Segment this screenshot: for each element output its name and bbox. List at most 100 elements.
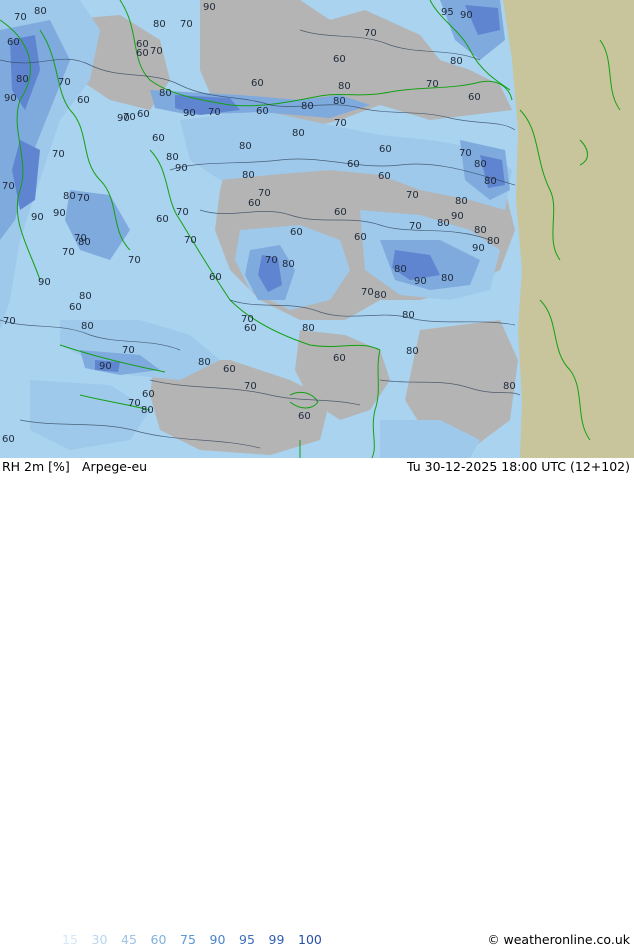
contour-label: 80 xyxy=(474,225,487,236)
contour-label: 80 xyxy=(302,323,315,334)
contour-label: 80 xyxy=(503,381,516,392)
contour-label: 60 xyxy=(136,48,149,59)
copyright-symbol: © xyxy=(487,933,500,947)
contour-label: 90 xyxy=(53,208,66,219)
contour-label: 80 xyxy=(78,237,91,248)
contour-label: 60 xyxy=(290,227,303,238)
contour-label: 70 xyxy=(122,345,135,356)
legend-item: 90 xyxy=(209,932,226,947)
contour-label: 90 xyxy=(460,10,473,21)
no-data-area xyxy=(503,0,634,458)
contour-label: 70 xyxy=(409,221,422,232)
contour-label: 80 xyxy=(159,88,172,99)
weather-map: 80 70 90 95 90 60 70 80 60 60 70 70 80 8… xyxy=(0,0,634,458)
contour-label: 60 xyxy=(223,364,236,375)
legend-item: 75 xyxy=(180,932,196,947)
credit-text: weatheronline.co.uk xyxy=(503,932,631,947)
contour-label: 80 xyxy=(34,6,47,17)
contour-label: 80 xyxy=(292,128,305,139)
credit: © weatheronline.co.uk xyxy=(488,932,630,947)
contour-label: 60 xyxy=(69,302,82,313)
contour-label: 80 xyxy=(153,19,166,30)
contour-label: 60 xyxy=(142,389,155,400)
contour-label: 60 xyxy=(209,272,222,283)
contour-label: 90 xyxy=(472,243,485,254)
contour-label: 70 xyxy=(265,255,278,266)
contour-label: 70 xyxy=(184,235,197,246)
contour-label: 80 xyxy=(402,310,415,321)
contour-label: 90 xyxy=(203,2,216,13)
contour-label: 90 xyxy=(38,277,51,288)
contour-label: 70 xyxy=(176,207,189,218)
contour-label: 80 xyxy=(338,81,351,92)
contour-label: 60 xyxy=(156,214,169,225)
contour-label: 80 xyxy=(450,56,463,67)
contour-label: 70 xyxy=(128,255,141,266)
legend-item: 60 xyxy=(150,932,167,947)
legend-item: 30 xyxy=(91,932,108,947)
contour-label: 80 xyxy=(474,159,487,170)
contour-label: 90 xyxy=(183,108,196,119)
map-footer: RH 2m [%] Arpege-eu Tu 30-12-2025 18:00 … xyxy=(0,458,634,947)
contour-label: 80 xyxy=(487,236,500,247)
contour-label: 60 xyxy=(251,78,264,89)
contour-label: 70 xyxy=(3,316,16,327)
contour-label: 80 xyxy=(79,291,92,302)
legend-item: 100 xyxy=(298,932,322,947)
contour-label: 70 xyxy=(364,28,377,39)
contour-label: 80 xyxy=(333,96,346,107)
contour-label: 60 xyxy=(137,109,150,120)
contour-label: 80 xyxy=(394,264,407,275)
contour-label: 70 xyxy=(77,193,90,204)
contour-label: 80 xyxy=(166,152,179,163)
contour-label: 70 xyxy=(180,19,193,30)
contour-label: 80 xyxy=(441,273,454,284)
legend-item: 99 xyxy=(268,932,285,947)
legend-item: 95 xyxy=(239,932,255,947)
contour-label: 90 xyxy=(31,212,44,223)
contour-label: 90 xyxy=(99,361,112,372)
contour-label: 60 xyxy=(7,37,20,48)
contour-label: 60 xyxy=(2,434,15,445)
contour-label: 60 xyxy=(333,54,346,65)
contour-label: 70 xyxy=(334,118,347,129)
contour-label: 80 xyxy=(16,74,29,85)
contour-label: 70 xyxy=(128,398,141,409)
contour-label: 60 xyxy=(298,411,311,422)
contour-label: 70 xyxy=(459,148,472,159)
contour-label: 80 xyxy=(484,176,497,187)
contour-label: 70 xyxy=(2,181,15,192)
contour-label: 80 xyxy=(406,346,419,357)
contour-label: 80 xyxy=(141,405,154,416)
contour-label: 90 xyxy=(4,93,17,104)
contour-label: 80 xyxy=(374,290,387,301)
contour-label: 60 xyxy=(248,198,261,209)
contour-label: 90 xyxy=(175,163,188,174)
contour-label: 60 xyxy=(379,144,392,155)
contour-label: 60 xyxy=(468,92,481,103)
model-label: Arpege-eu xyxy=(82,459,148,474)
contour-label: 70 xyxy=(406,190,419,201)
contour-label: 80 xyxy=(63,191,76,202)
contour-label: 70 xyxy=(62,247,75,258)
contour-label: 80 xyxy=(81,321,94,332)
contour-label: 60 xyxy=(244,323,257,334)
rh-map-canvas: 80 70 90 95 90 60 70 80 60 60 70 70 80 8… xyxy=(0,0,634,458)
contour-label: 80 xyxy=(198,357,211,368)
contour-label: 90 xyxy=(451,211,464,222)
contour-label: 70 xyxy=(244,381,257,392)
contour-label: 80 xyxy=(437,218,450,229)
contour-label: 60 xyxy=(334,207,347,218)
contour-label: 60 xyxy=(256,106,269,117)
contour-label: 70 xyxy=(208,107,221,118)
legend-item: 45 xyxy=(121,932,137,947)
legend-item: 15 xyxy=(62,932,78,947)
contour-label: 60 xyxy=(333,353,346,364)
valid-time-label: Tu 30-12-2025 18:00 UTC (12+102) xyxy=(407,459,630,474)
contour-label: 70 xyxy=(58,77,71,88)
contour-label: 80 xyxy=(242,170,255,181)
contour-label: 70 xyxy=(150,46,163,57)
contour-label: 95 xyxy=(441,7,454,18)
contour-label: 60 xyxy=(347,159,360,170)
contour-label: 70 xyxy=(123,112,136,123)
